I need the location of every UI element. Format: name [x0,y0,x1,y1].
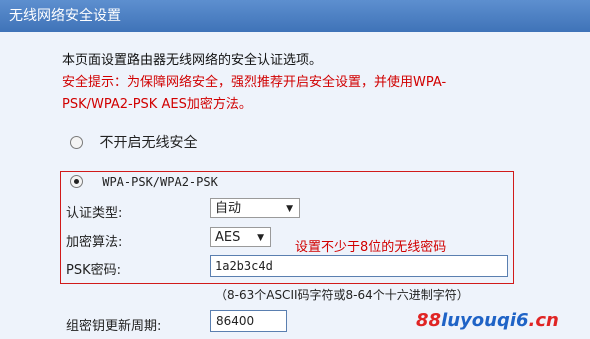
radio-wpa-psk[interactable] [70,175,83,188]
password-annotation: 设置不少于8位的无线密码 [295,240,447,255]
radio-disable-security[interactable] [70,135,83,149]
auth-type-label: 认证类型: [66,206,123,221]
psk-password-label: PSK密码: [66,263,121,278]
auth-type-select[interactable]: 自动 ▼ [210,198,300,218]
dropdown-arrow-icon: ▼ [257,233,264,243]
group-key-period-value: 86400 [216,314,255,328]
psk-password-input[interactable]: 1a2b3c4d [210,255,508,277]
security-warning-line2: PSK/WPA2-PSK AES加密方法。 [62,97,252,112]
encryption-label: 加密算法: [66,235,123,250]
group-key-period-input[interactable]: 86400 [210,310,287,332]
dropdown-arrow-icon: ▼ [286,204,293,214]
auth-type-value: 自动 [215,201,242,216]
title-bar: 无线网络安全设置 [0,0,590,32]
password-hint: （8-63个ASCII码字符或8-64个十六进制字符） [215,288,469,302]
intro-text: 本页面设置路由器无线网络的安全认证选项。 [62,53,323,68]
option-disable-security[interactable]: 不开启无线安全 [70,132,197,152]
option-wpa-psk[interactable]: WPA-PSK/WPA2-PSK [70,175,218,189]
group-key-period-label: 组密钥更新周期: [66,319,162,334]
page-title: 无线网络安全设置 [9,8,121,24]
option-wpa-label: WPA-PSK/WPA2-PSK [102,175,218,189]
option-disable-label: 不开启无线安全 [99,135,198,151]
encryption-select[interactable]: AES ▼ [210,227,271,247]
security-warning-line1: 安全提示：为保障网络安全，强烈推荐开启安全设置，并使用WPA- [62,75,447,90]
psk-password-value: 1a2b3c4d [215,259,273,273]
encryption-value: AES [215,230,241,245]
site-watermark: 88luyouqi6.cn [416,310,559,331]
